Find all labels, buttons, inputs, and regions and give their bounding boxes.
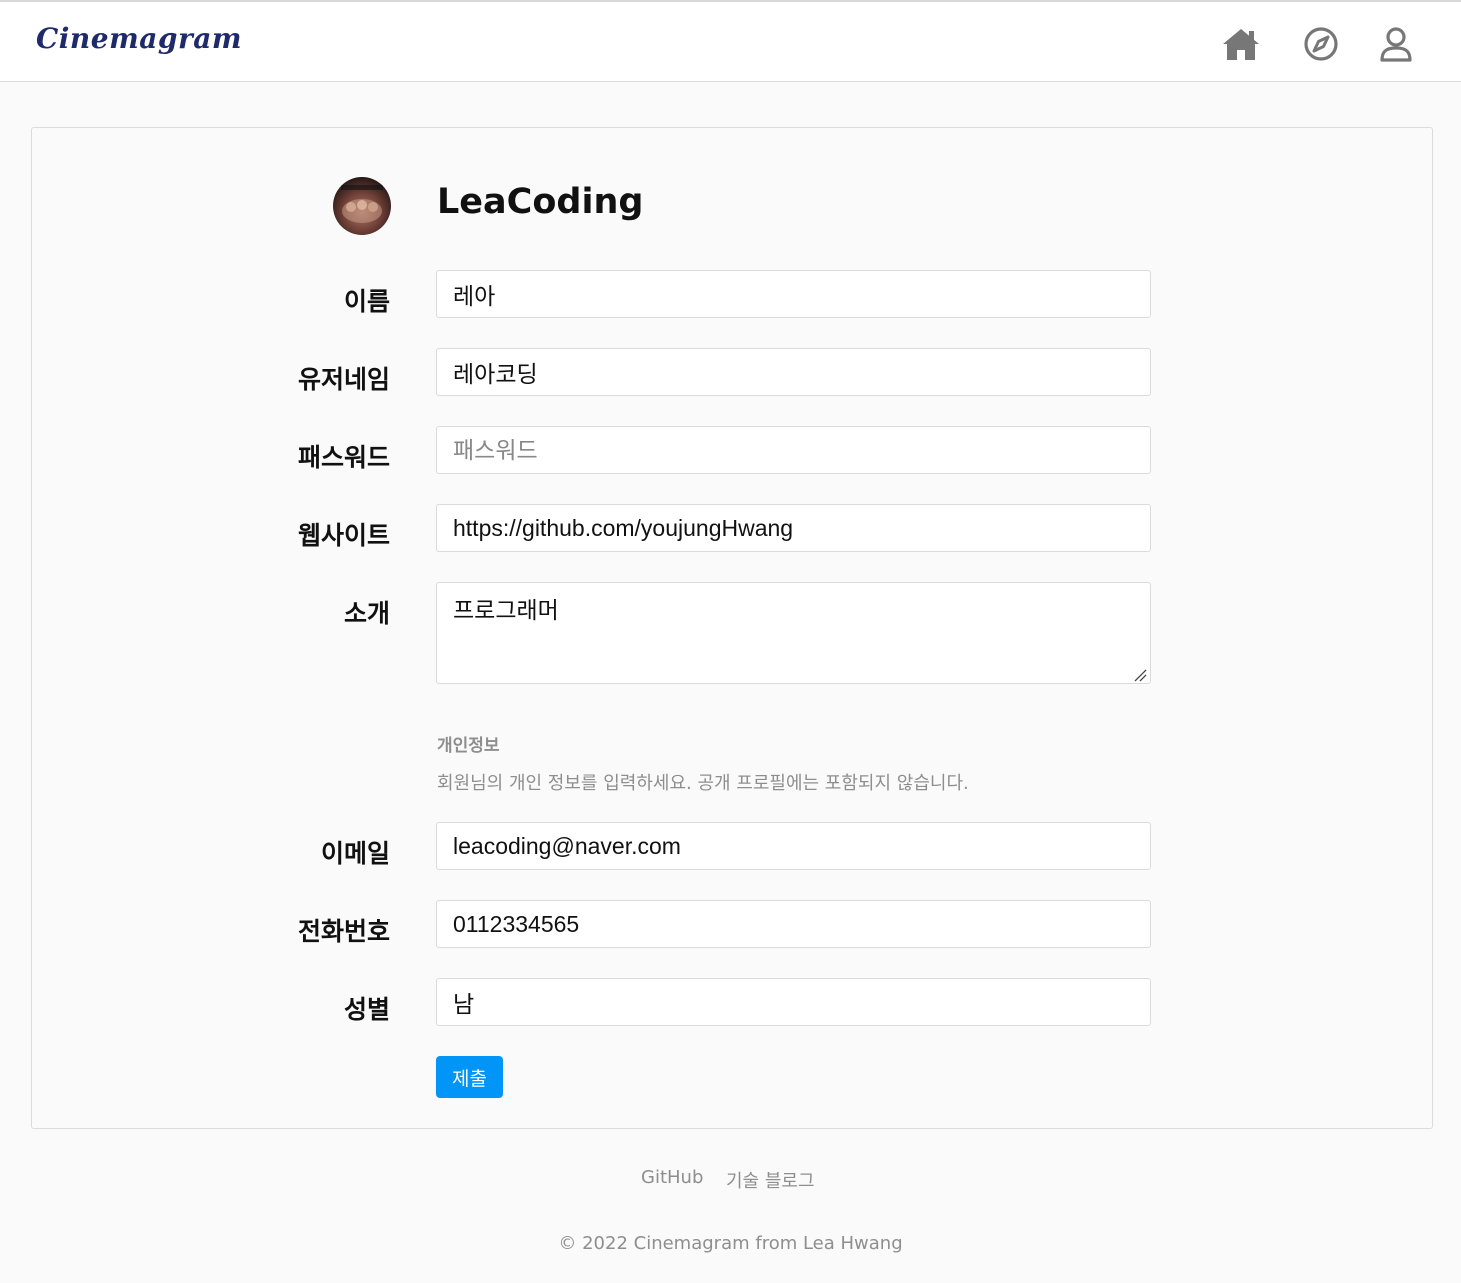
password-label: 패스워드 (297, 443, 390, 472)
bio-textarea[interactable]: 프로그래머 (436, 582, 1151, 684)
footer-link-github[interactable]: GitHub (641, 1167, 703, 1188)
top-navbar: Cinemagram (0, 2, 1461, 82)
gender-label: 성별 (343, 995, 390, 1024)
footer-link-tech-blog[interactable]: 기술 블로그 (726, 1167, 815, 1193)
name-input[interactable] (436, 270, 1151, 318)
phone-label: 전화번호 (297, 917, 390, 946)
user-icon[interactable] (1376, 24, 1416, 64)
resize-handle-icon[interactable] (1133, 668, 1147, 682)
profile-avatar[interactable] (333, 177, 391, 235)
username-input[interactable] (436, 348, 1151, 396)
compass-icon[interactable] (1301, 24, 1341, 64)
password-input[interactable] (436, 426, 1151, 474)
email-input[interactable] (436, 822, 1151, 870)
profile-username: LeaCoding (437, 182, 644, 222)
website-input[interactable] (436, 504, 1151, 552)
footer-copyright: © 2022 Cinemagram from Lea Hwang (558, 1233, 903, 1254)
gender-input[interactable] (436, 978, 1151, 1026)
username-label: 유저네임 (297, 365, 390, 394)
app-logo[interactable]: Cinemagram (36, 22, 242, 55)
private-info-description: 회원님의 개인 정보를 입력하세요. 공개 프로필에는 포함되지 않습니다. (437, 773, 969, 794)
website-label: 웹사이트 (297, 521, 390, 550)
bio-label: 소개 (343, 599, 390, 628)
name-label: 이름 (343, 287, 390, 316)
home-icon[interactable] (1221, 24, 1261, 64)
email-label: 이메일 (320, 839, 390, 868)
private-info-title: 개인정보 (437, 736, 500, 756)
phone-input[interactable] (436, 900, 1151, 948)
submit-button[interactable]: 제출 (436, 1056, 503, 1098)
